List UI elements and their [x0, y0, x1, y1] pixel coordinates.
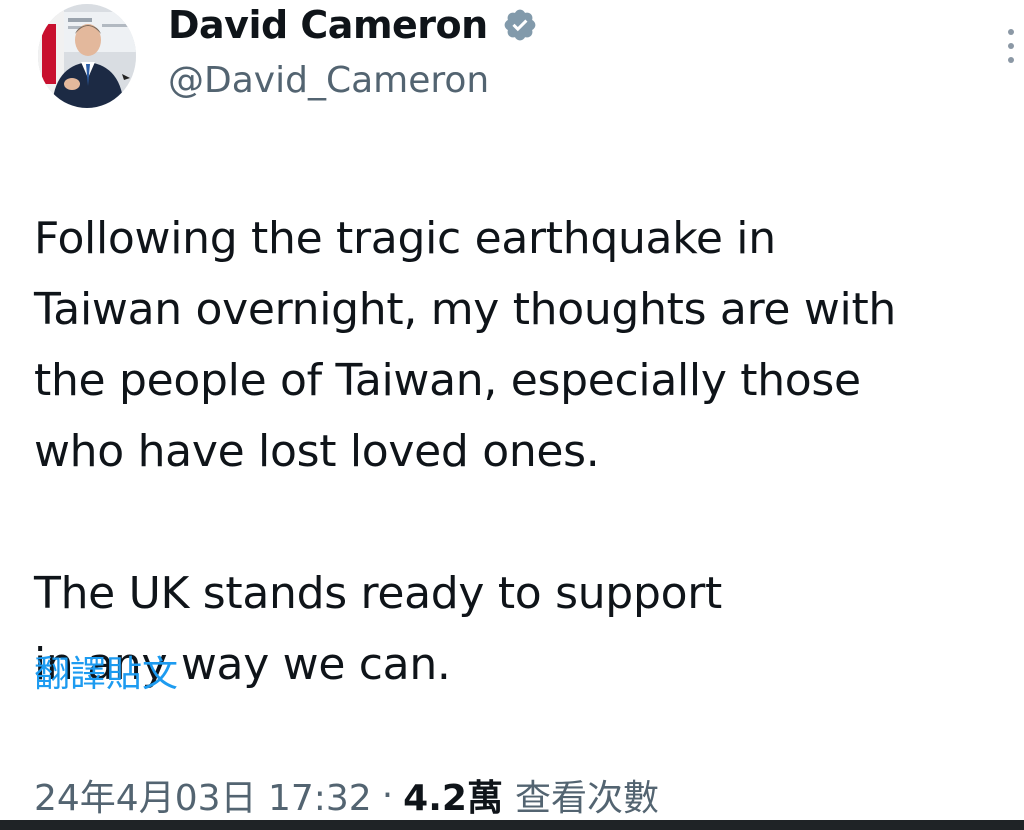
verified-badge-icon — [504, 9, 536, 41]
tweet-timestamp[interactable]: 24年4月03日 17:32 — [34, 769, 372, 821]
tweet-meta: 24年4月03日 17:32 · 4.2萬 查看次數 — [34, 768, 659, 822]
tweet-card: David Cameron @David_Cameron Following t… — [0, 0, 1024, 830]
more-options-icon[interactable] — [1004, 26, 1018, 66]
author-handle[interactable]: @David_Cameron — [168, 56, 489, 106]
tweet-text: Following the tragic earthquake in Taiwa… — [34, 132, 1014, 487]
translate-post-link[interactable]: 翻譯貼文 — [34, 650, 178, 700]
author-display-name[interactable]: David Cameron — [168, 0, 488, 50]
tweet-header: David Cameron @David_Cameron — [0, 0, 1024, 120]
bottom-divider — [0, 820, 1024, 830]
author-avatar[interactable] — [38, 4, 136, 108]
meta-separator: · — [381, 774, 394, 816]
avatar-image — [38, 4, 136, 108]
tweet-text-2: The UK stands ready to support in any wa… — [34, 487, 1014, 700]
tweet-paragraph-1: Following the tragic earthquake in Taiwa… — [34, 213, 897, 477]
views-count: 4.2萬 — [403, 778, 503, 819]
author-name-row: David Cameron — [168, 0, 538, 50]
views-label: 查看次數 — [514, 778, 659, 819]
